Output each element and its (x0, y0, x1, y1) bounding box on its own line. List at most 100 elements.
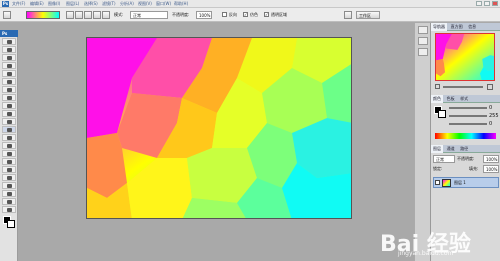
layer-name[interactable]: 图层 1 (454, 180, 466, 186)
tab-navigator[interactable]: 导航器 (431, 23, 447, 31)
workspace-button[interactable]: 工作区 (356, 11, 380, 19)
zoom-row (431, 83, 500, 91)
zoom-slider[interactable] (443, 86, 483, 88)
navigator-preview (436, 34, 494, 80)
fill-input[interactable]: 100% (483, 165, 499, 173)
background-color-swatch[interactable] (7, 220, 15, 228)
menu-analysis[interactable]: 分析(A) (120, 1, 134, 7)
tab-channels[interactable]: 通道 (445, 145, 457, 153)
eraser-tool-icon[interactable] (2, 118, 16, 125)
notes-tool-icon[interactable] (2, 182, 16, 189)
linear-gradient-button[interactable] (66, 11, 74, 19)
dither-checkbox[interactable]: ✓ (243, 12, 248, 17)
layers-panel: 正常 不透明度: 100% 锁定: 填充: 100% 图层 1 (431, 153, 500, 213)
eye-visibility-icon[interactable] (435, 180, 440, 185)
shape-tool-icon[interactable] (2, 174, 16, 181)
menu-window[interactable]: 窗口(W) (156, 1, 171, 7)
layer-row-1[interactable]: 图层 1 (433, 177, 499, 188)
zoom-in-icon[interactable] (487, 84, 493, 90)
navigator-thumbnail[interactable] (435, 33, 495, 81)
photoshop-logo: Ps (2, 1, 9, 7)
tool-presets-panel-icon[interactable] (417, 37, 428, 45)
pen-tool-icon[interactable] (2, 150, 16, 157)
color-bg-swatch[interactable] (438, 110, 446, 118)
path-selection-tool-icon[interactable] (2, 166, 16, 173)
blend-mode-select[interactable]: 正常 (433, 155, 455, 163)
toolbox: Ps (0, 30, 18, 261)
tab-paths[interactable]: 路径 (458, 145, 470, 153)
menu-image[interactable]: 图像(I) (48, 1, 60, 7)
tab-styles[interactable]: 样式 (458, 95, 470, 103)
blue-value[interactable]: 0 (489, 121, 492, 127)
close-button[interactable] (492, 1, 498, 6)
slice-tool-icon[interactable] (2, 78, 16, 85)
hand-tool-icon[interactable] (2, 198, 16, 205)
brush-palette-icon[interactable] (344, 11, 352, 19)
gradient-swatch[interactable] (26, 11, 60, 19)
tab-info[interactable]: 信息 (466, 23, 478, 31)
brush-tool-icon[interactable] (2, 94, 16, 101)
navigator-panel-tabs: 导航器 直方图 信息 (431, 23, 500, 31)
reflected-gradient-button[interactable] (93, 11, 101, 19)
magic-wand-tool-icon[interactable] (2, 62, 16, 69)
transparency-checkbox[interactable]: ✓ (264, 12, 269, 17)
layer-comps-panel-icon[interactable] (417, 48, 428, 56)
tab-color[interactable]: 颜色 (431, 95, 443, 103)
mode-select[interactable]: 正常 (130, 11, 168, 19)
reverse-checkbox[interactable] (222, 12, 227, 17)
toolbox-header: Ps (0, 30, 18, 37)
blue-slider[interactable] (449, 123, 487, 125)
minimize-button[interactable] (476, 1, 482, 6)
eyedropper-tool-icon[interactable] (2, 190, 16, 197)
tab-histogram[interactable]: 直方图 (449, 23, 465, 31)
dither-label: 仿色 (250, 12, 258, 17)
tab-layers[interactable]: 图层 (431, 145, 443, 153)
diamond-gradient-button[interactable] (102, 11, 110, 19)
zoom-out-icon[interactable] (435, 84, 440, 89)
menu-help[interactable]: 帮助(H) (174, 1, 188, 7)
opacity-label: 不透明度: (172, 12, 190, 17)
color-swatches[interactable] (2, 215, 15, 229)
color-panel-tabs: 颜色 色板 样式 (431, 95, 500, 103)
crop-tool-icon[interactable] (2, 70, 16, 77)
watermark-url: jingyan.baidu.com (398, 250, 454, 257)
lasso-tool-icon[interactable] (2, 54, 16, 61)
zoom-tool-icon[interactable] (2, 206, 16, 213)
color-panel: 0 255 0 (431, 103, 500, 131)
menu-select[interactable]: 选择(S) (84, 1, 98, 7)
type-tool-icon[interactable] (2, 158, 16, 165)
gradient-tool-icon[interactable] (3, 11, 11, 19)
opacity-input[interactable]: 100% (196, 11, 212, 19)
blur-tool-icon[interactable] (2, 134, 16, 141)
gradient-tool-icon[interactable] (2, 126, 16, 133)
brushes-panel-icon[interactable] (417, 26, 428, 34)
move-tool-icon[interactable] (2, 38, 16, 45)
green-value[interactable]: 255 (489, 113, 499, 119)
voronoi-gradient-artwork (87, 38, 351, 218)
document-canvas[interactable] (86, 37, 352, 219)
layer-thumbnail (442, 179, 451, 187)
menu-filter[interactable]: 滤镜(T) (102, 1, 116, 7)
menu-bar: Ps 文件(F) 编辑(E) 图像(I) 图层(L) 选择(S) 滤镜(T) 分… (0, 0, 500, 8)
red-slider[interactable] (449, 107, 487, 109)
clone-stamp-tool-icon[interactable] (2, 102, 16, 109)
menu-layer[interactable]: 图层(L) (66, 1, 79, 7)
radial-gradient-button[interactable] (75, 11, 83, 19)
layer-opacity-input[interactable]: 100% (483, 155, 499, 163)
red-value[interactable]: 0 (489, 105, 492, 111)
dodge-tool-icon[interactable] (2, 142, 16, 149)
healing-brush-tool-icon[interactable] (2, 86, 16, 93)
menu-edit[interactable]: 编辑(E) (30, 1, 44, 7)
menu-file[interactable]: 文件(F) (12, 1, 25, 7)
transparency-label: 透明区域 (271, 12, 287, 17)
marquee-tool-icon[interactable] (2, 46, 16, 53)
tab-swatches[interactable]: 色板 (445, 95, 457, 103)
restore-button[interactable] (484, 1, 490, 6)
green-slider[interactable] (449, 115, 487, 117)
menu-view[interactable]: 视图(V) (138, 1, 152, 7)
color-spectrum-bar[interactable] (435, 133, 496, 139)
history-brush-tool-icon[interactable] (2, 110, 16, 117)
angle-gradient-button[interactable] (84, 11, 92, 19)
layer-opacity-label: 不透明度: (457, 156, 475, 161)
options-bar: 模式: 正常 不透明度: 100% 反向 ✓ 仿色 ✓ 透明区域 工作区 (0, 8, 500, 22)
